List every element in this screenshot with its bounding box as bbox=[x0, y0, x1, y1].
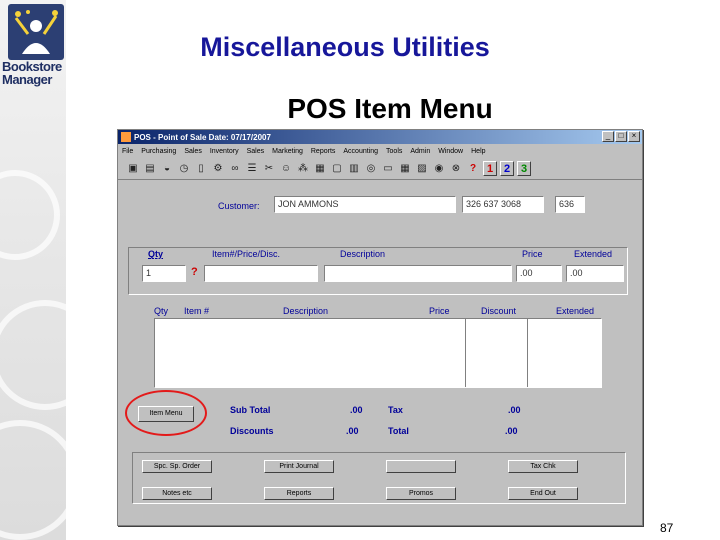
menu-item-sales-2[interactable]: Sales bbox=[247, 148, 265, 155]
menu-bar: File Purchasing Sales Inventory Sales Ma… bbox=[118, 144, 642, 158]
toolbar-button-3[interactable]: 3 bbox=[517, 161, 531, 176]
customer-phone-field[interactable]: 326 637 3068 bbox=[462, 196, 544, 213]
people-icon[interactable]: ☺ bbox=[279, 162, 293, 176]
grid-price-header: Price bbox=[429, 306, 450, 316]
toolbar-button-1[interactable]: 1 bbox=[483, 161, 497, 176]
menu-item-window[interactable]: Window bbox=[438, 148, 463, 155]
menu-item-admin[interactable]: Admin bbox=[410, 148, 430, 155]
notes-button[interactable]: Notes etc bbox=[142, 487, 212, 500]
binoculars-icon[interactable]: ∞ bbox=[228, 162, 242, 176]
entry-price-header: Price bbox=[522, 249, 543, 259]
monitor-icon[interactable]: ▣ bbox=[126, 162, 140, 176]
end-out-button[interactable]: End Out bbox=[508, 487, 578, 500]
menu-item-marketing[interactable]: Marketing bbox=[272, 148, 303, 155]
menu-item-sales[interactable]: Sales bbox=[184, 148, 202, 155]
folder-icon[interactable]: ▭ bbox=[381, 162, 395, 176]
total-label: Total bbox=[388, 426, 409, 436]
grid-discount-header: Discount bbox=[481, 306, 517, 316]
customer-label: Customer: bbox=[218, 201, 260, 211]
bookstore-manager-logo: Bookstore Manager bbox=[2, 2, 66, 92]
extended-input[interactable]: .00 bbox=[566, 265, 624, 282]
target-icon[interactable]: ◎ bbox=[364, 162, 378, 176]
promos-button[interactable]: Promos bbox=[386, 487, 456, 500]
tax-value: .00 bbox=[508, 405, 521, 415]
menu-item-inventory[interactable]: Inventory bbox=[210, 148, 239, 155]
tax-label: Tax bbox=[388, 405, 403, 415]
grid-description-header: Description bbox=[283, 306, 329, 316]
menu-item-file[interactable]: File bbox=[122, 148, 133, 155]
reports-button[interactable]: Reports bbox=[264, 487, 334, 500]
discounts-label: Discounts bbox=[230, 426, 274, 436]
gear-icon[interactable]: ⚙ bbox=[211, 162, 225, 176]
tax-check-button[interactable]: Tax Chk bbox=[508, 460, 578, 473]
slide-title: Miscellaneous Utilities bbox=[200, 32, 490, 62]
menu-item-purchasing[interactable]: Purchasing bbox=[141, 148, 176, 155]
car-icon[interactable]: ◒ bbox=[160, 162, 174, 176]
logo-line-2: Manager bbox=[2, 72, 52, 87]
table-icon[interactable]: ▦ bbox=[313, 162, 327, 176]
customer-code-field[interactable]: 636 bbox=[555, 196, 585, 213]
menu-item-reports[interactable]: Reports bbox=[311, 148, 336, 155]
network-icon[interactable]: ⁂ bbox=[296, 162, 310, 176]
box-icon[interactable]: ▢ bbox=[330, 162, 344, 176]
grid-extended-header: Extended bbox=[556, 306, 595, 316]
subtotal-label: Sub Total bbox=[230, 405, 271, 415]
film-icon[interactable]: ▥ bbox=[347, 162, 361, 176]
page-number: 87 bbox=[660, 521, 674, 535]
grid-column-divider bbox=[465, 319, 466, 387]
special-order-button[interactable]: Spc. Sp. Order bbox=[142, 460, 212, 473]
blank-button[interactable] bbox=[386, 460, 456, 473]
window-titlebar[interactable]: POS - Point of Sale Date: 07/17/2007 _ □… bbox=[118, 130, 642, 144]
grid-item-header: Item # bbox=[184, 306, 210, 316]
scissors-icon[interactable]: ✂ bbox=[262, 162, 276, 176]
minimize-button[interactable]: _ bbox=[602, 131, 614, 142]
print-icon[interactable]: ▤ bbox=[143, 162, 157, 176]
stop-icon[interactable]: ◉ bbox=[432, 162, 446, 176]
subtotal-value: .00 bbox=[350, 405, 363, 415]
grid-column-divider bbox=[527, 319, 528, 387]
document-icon[interactable]: ▯ bbox=[194, 162, 208, 176]
menu-item-tools[interactable]: Tools bbox=[386, 148, 402, 155]
total-value: .00 bbox=[505, 426, 518, 436]
close-button[interactable]: × bbox=[628, 131, 640, 142]
print-journal-button[interactable]: Print Journal bbox=[264, 460, 334, 473]
list-icon[interactable]: ☰ bbox=[245, 162, 259, 176]
item-input[interactable] bbox=[204, 265, 318, 282]
annotation-highlight-circle bbox=[125, 390, 207, 436]
clock-icon[interactable]: ◷ bbox=[177, 162, 191, 176]
logo-emblem-icon bbox=[8, 4, 64, 60]
grid-qty-header: Qty bbox=[154, 306, 169, 316]
slide-subtitle: POS Item Menu bbox=[287, 93, 493, 124]
price-input[interactable]: .00 bbox=[516, 265, 562, 282]
toolbar-button-2[interactable]: 2 bbox=[500, 161, 514, 176]
entry-extended-header: Extended bbox=[574, 249, 613, 259]
chart-icon[interactable]: ▨ bbox=[415, 162, 429, 176]
menu-item-help[interactable]: Help bbox=[471, 148, 485, 155]
calendar-icon[interactable]: ▦ bbox=[398, 162, 412, 176]
entry-qty-header: Qty bbox=[148, 249, 164, 259]
toolbar: ▣ ▤ ◒ ◷ ▯ ⚙ ∞ ☰ ✂ ☺ ⁂ ▦ ▢ ▥ ◎ ▭ ▦ ▨ ◉ ⊗ … bbox=[118, 158, 642, 180]
maximize-button[interactable]: □ bbox=[615, 131, 627, 142]
window-title: POS - Point of Sale Date: 07/17/2007 bbox=[134, 132, 271, 142]
qty-input[interactable]: 1 bbox=[142, 265, 186, 282]
customer-name-field[interactable]: JON AMMONS bbox=[274, 196, 456, 213]
entry-item-header: Item#/Price/Disc. bbox=[212, 249, 281, 259]
help-icon[interactable]: ? bbox=[466, 162, 480, 176]
item-lookup-icon[interactable]: ? bbox=[191, 266, 198, 278]
line-items-grid[interactable] bbox=[154, 318, 602, 388]
entry-description-header: Description bbox=[340, 249, 386, 259]
menu-item-accounting[interactable]: Accounting bbox=[343, 148, 378, 155]
app-icon bbox=[121, 132, 131, 142]
exit-icon[interactable]: ⊗ bbox=[449, 162, 463, 176]
discounts-value: .00 bbox=[346, 426, 359, 436]
description-input[interactable] bbox=[324, 265, 512, 282]
